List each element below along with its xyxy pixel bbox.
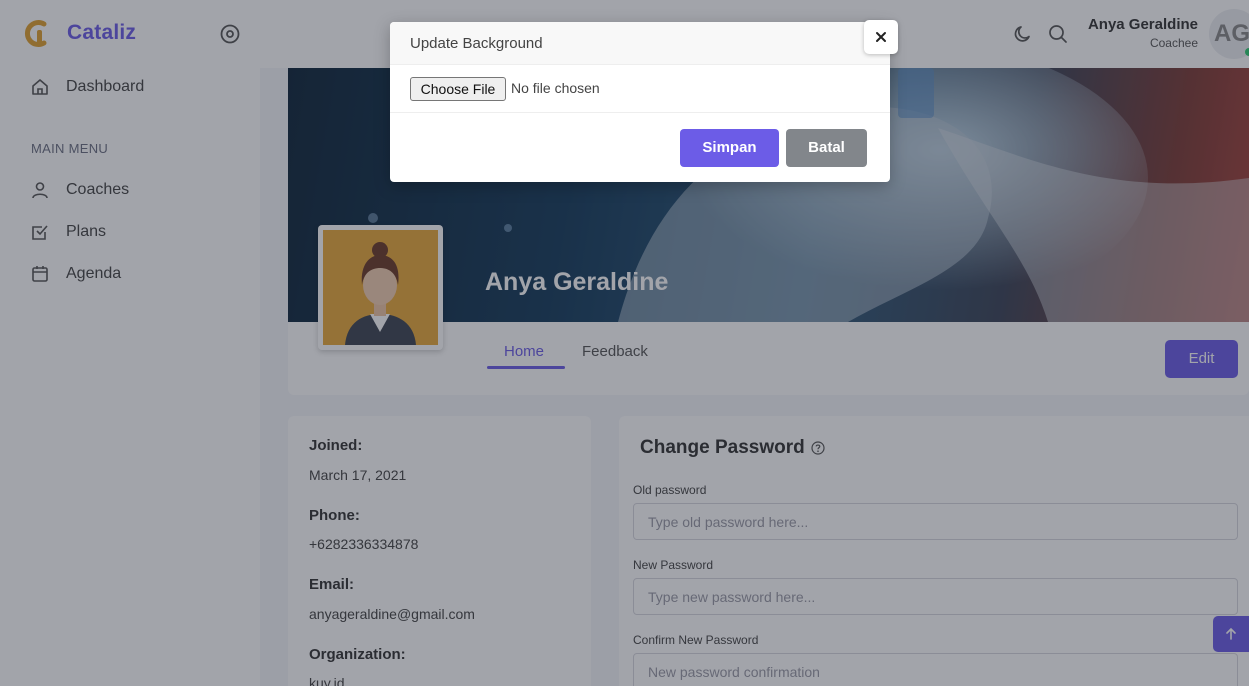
modal-header: Update Background	[390, 22, 890, 65]
update-background-modal: Update Background Choose File No file ch…	[390, 20, 898, 182]
close-icon	[876, 32, 886, 42]
file-status: No file chosen	[511, 80, 600, 96]
choose-file-button[interactable]: Choose File	[410, 77, 506, 101]
modal-divider	[390, 112, 890, 113]
save-button[interactable]: Simpan	[680, 129, 779, 167]
modal-title: Update Background	[410, 35, 543, 52]
cancel-button[interactable]: Batal	[786, 129, 867, 167]
modal-close-button[interactable]	[864, 20, 898, 54]
